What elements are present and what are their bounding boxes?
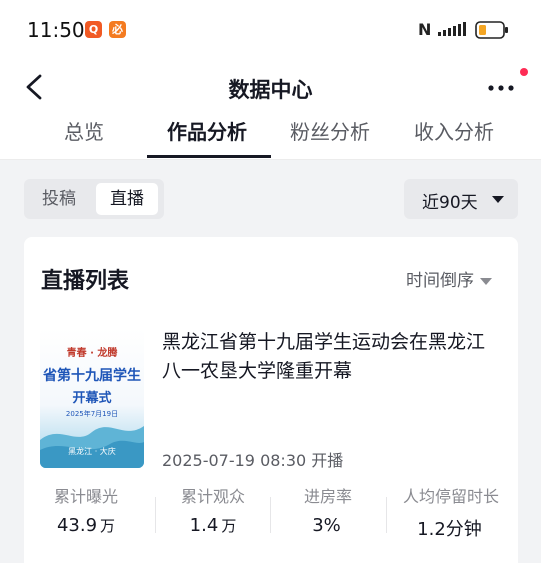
metric-entry-rate: 进房率 3% bbox=[270, 483, 386, 536]
metric-unit: 万 bbox=[221, 517, 237, 535]
tab-fans-analysis[interactable]: 粉丝分析 bbox=[290, 116, 370, 145]
live-title: 黑龙江省第十九届学生运动会在黑龙江八一农垦大学隆重开幕 bbox=[162, 331, 486, 382]
metric-number: 1.2分钟 bbox=[417, 519, 482, 540]
tab-bar: 总览 作品分析 粉丝分析 收入分析 bbox=[0, 116, 541, 160]
sort-label: 时间倒序 bbox=[406, 271, 474, 291]
sort-select[interactable]: 时间倒序 bbox=[406, 266, 492, 291]
app-notification-icon-2: 必 bbox=[109, 21, 126, 38]
tab-overview[interactable]: 总览 bbox=[64, 116, 104, 145]
metric-label: 累计观众 bbox=[180, 487, 245, 506]
content-type-segment: 投稿 直播 bbox=[24, 179, 164, 219]
date-range-select[interactable]: 近90天 bbox=[404, 179, 518, 219]
caret-down-icon bbox=[492, 196, 504, 203]
more-dots-icon[interactable] bbox=[484, 72, 518, 100]
live-list-item[interactable]: 青春 · 龙腾 省第十九届学生 开幕式 2025年7月19日 黑龙江 · 大庆 … bbox=[40, 328, 502, 473]
metric-value: 1.4 万 bbox=[155, 515, 271, 536]
thumbnail-date: 2025年7月19日 bbox=[66, 409, 118, 418]
thumbnail-footer: 黑龙江 · 大庆 bbox=[68, 446, 116, 456]
live-metrics: 累计曝光 43.9 万 累计观众 1.4 万 进房率 3% 人均停留时长 1.2分钟 bbox=[24, 483, 518, 543]
tab-income-analysis[interactable]: 收入分析 bbox=[414, 116, 494, 145]
status-bar: 11:50 Q 必 N bbox=[0, 0, 541, 62]
live-thumbnail: 青春 · 龙腾 省第十九届学生 开幕式 2025年7月19日 黑龙江 · 大庆 bbox=[40, 328, 144, 468]
metric-label: 累计曝光 bbox=[53, 487, 118, 506]
segment-posts[interactable]: 投稿 bbox=[28, 183, 90, 215]
metric-number: 43.9 bbox=[56, 515, 98, 536]
thumbnail-top-text: 青春 · 龙腾 bbox=[67, 346, 119, 359]
thumbnail-headline: 省第十九届学生 bbox=[42, 367, 141, 384]
nfc-icon: N bbox=[418, 20, 432, 39]
live-list-card: 直播列表 时间倒序 青春 · 龙腾 省第十九届学生 开幕式 2025年7月19日… bbox=[24, 237, 518, 563]
status-time: 11:50 bbox=[27, 18, 85, 42]
top-nav: 数据中心 总览 作品分析 粉丝分析 收入分析 bbox=[0, 62, 541, 160]
metric-value: 3% bbox=[270, 515, 386, 536]
caret-down-icon bbox=[480, 277, 492, 285]
metric-number: 3% bbox=[312, 515, 341, 536]
segment-live[interactable]: 直播 bbox=[96, 183, 158, 215]
notification-dot bbox=[520, 68, 528, 76]
metric-number: 1.4 bbox=[189, 515, 219, 536]
metric-impressions: 累计曝光 43.9 万 bbox=[28, 483, 144, 536]
thumbnail-subhead: 开幕式 bbox=[72, 390, 111, 406]
tab-content-analysis[interactable]: 作品分析 bbox=[167, 116, 247, 145]
live-start-time: 2025-07-19 08:30 开播 bbox=[162, 451, 344, 470]
metric-value: 43.9 万 bbox=[28, 515, 144, 536]
app-notification-icon: Q bbox=[85, 21, 102, 38]
metric-viewers: 累计观众 1.4 万 bbox=[155, 483, 271, 536]
live-list-title: 直播列表 bbox=[41, 269, 130, 294]
metric-avg-stay: 人均停留时长 1.2分钟 bbox=[386, 483, 516, 541]
metric-value: 1.2分钟 bbox=[386, 515, 516, 541]
page-title: 数据中心 bbox=[228, 78, 313, 102]
tab-active-indicator bbox=[147, 155, 271, 158]
battery-icon bbox=[475, 21, 508, 39]
metric-label: 进房率 bbox=[303, 487, 352, 506]
signal-icon bbox=[438, 22, 466, 36]
metric-label: 人均停留时长 bbox=[402, 487, 499, 506]
metric-unit: 万 bbox=[100, 517, 116, 535]
date-range-label: 近90天 bbox=[422, 193, 478, 213]
